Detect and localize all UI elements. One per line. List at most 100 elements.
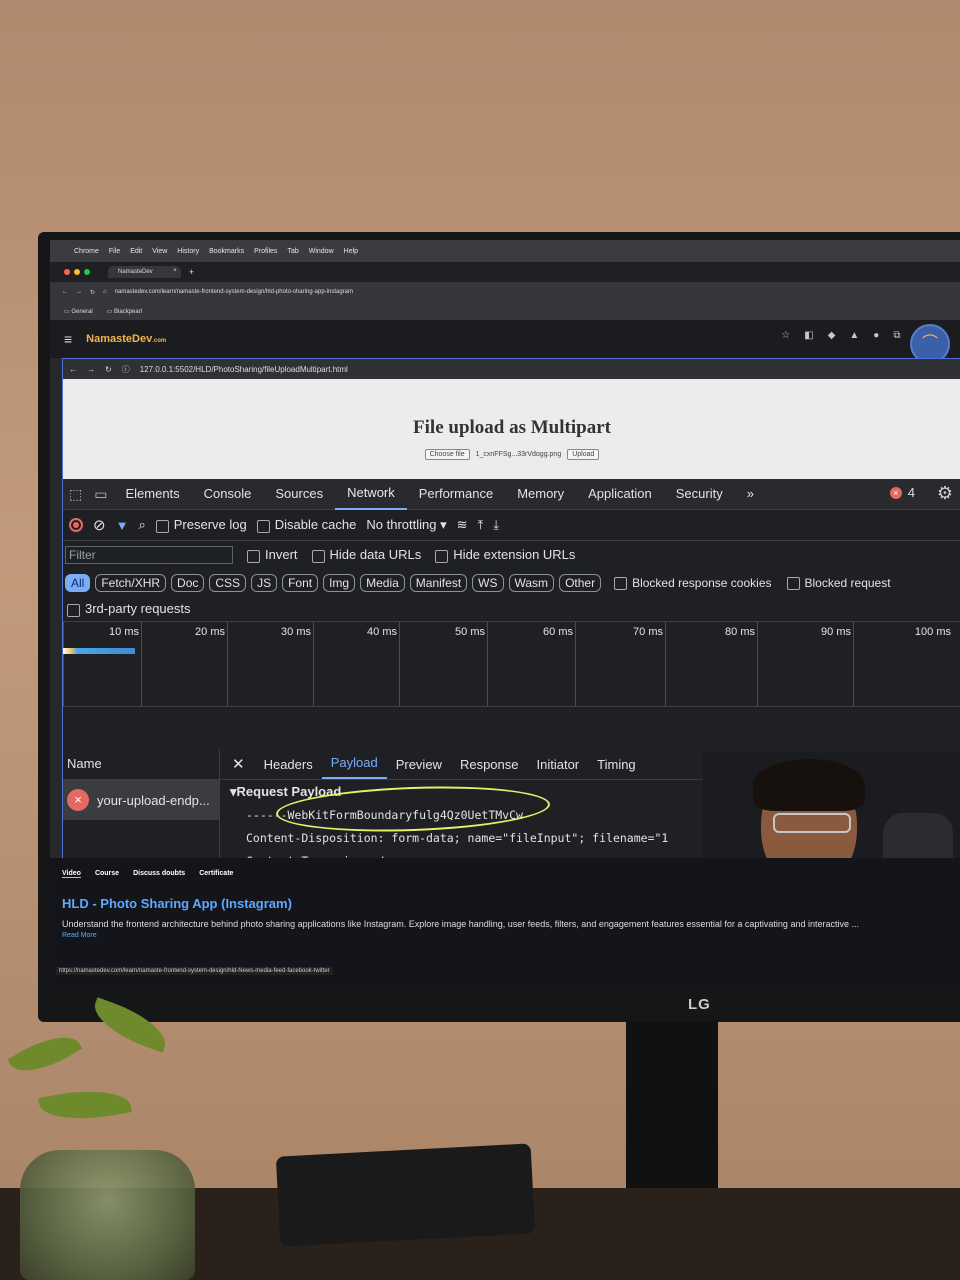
tab-course[interactable]: Course — [95, 870, 119, 878]
request-row[interactable]: × your-upload-endp... — [63, 780, 219, 820]
menu-item[interactable]: Chrome — [74, 248, 99, 255]
menu-item[interactable]: File — [109, 248, 120, 255]
type-filter-manifest[interactable]: Manifest — [409, 574, 468, 592]
upload-button[interactable]: Upload — [567, 449, 600, 460]
maximize-window-button[interactable] — [84, 269, 90, 275]
url-field[interactable]: 127.0.0.1:5502/HLD/PhotoSharing/fileUplo… — [140, 365, 348, 374]
network-overview-timeline[interactable]: 10 ms 20 ms 30 ms 40 ms 50 ms 60 ms 70 m… — [63, 621, 960, 707]
type-filter-fetch-xhr[interactable]: Fetch/XHR — [95, 574, 167, 592]
network-conditions-icon[interactable]: ≋ — [457, 517, 468, 533]
back-icon[interactable]: ← — [62, 289, 68, 295]
type-filter-ws[interactable]: WS — [472, 574, 504, 592]
choose-file-button[interactable]: Choose file — [424, 449, 470, 460]
disable-cache-checkbox[interactable]: Disable cache — [256, 517, 356, 533]
throttling-select[interactable]: No throttling ▾ — [366, 517, 446, 533]
tab-elements[interactable]: Elements — [113, 479, 191, 509]
bookmark-folder[interactable]: ▭ Blackpearl — [107, 308, 142, 315]
close-window-button[interactable] — [64, 269, 70, 275]
menu-item[interactable]: Bookmarks — [209, 248, 244, 255]
bookmark-folder[interactable]: ▭ General — [64, 308, 93, 315]
type-filter-all[interactable]: All — [65, 574, 91, 592]
home-icon[interactable]: ⌂ — [103, 289, 107, 295]
blocked-cookies-checkbox[interactable]: Blocked response cookies — [614, 576, 772, 591]
menu-item[interactable]: Profiles — [254, 248, 277, 255]
blocked-requests-checkbox[interactable]: Blocked request — [786, 576, 891, 591]
extension-icon[interactable]: ▲ — [849, 330, 859, 341]
reload-icon[interactable]: ↻ — [105, 365, 112, 374]
inspect-icon[interactable]: ⬚ — [63, 486, 88, 503]
tab-initiator[interactable]: Initiator — [528, 757, 589, 772]
reload-icon[interactable]: ↻ — [90, 289, 95, 296]
tab-memory[interactable]: Memory — [505, 479, 576, 509]
tab-performance[interactable]: Performance — [407, 479, 505, 509]
gear-icon[interactable]: ⚙ — [937, 483, 953, 504]
preserve-log-checkbox[interactable]: Preserve log — [155, 517, 247, 533]
extension-icon[interactable]: ◆ — [828, 330, 836, 341]
new-tab-icon[interactable]: + — [189, 267, 194, 277]
extension-icons: ☆ ◧ ◆ ▲ ● ⧉ ▯ — [781, 330, 920, 341]
site-logo[interactable]: NamasteDev.com — [86, 333, 166, 345]
type-filter-wasm[interactable]: Wasm — [508, 574, 555, 592]
type-filter-font[interactable]: Font — [282, 574, 319, 592]
forward-icon[interactable]: → — [76, 289, 82, 295]
clear-icon[interactable]: ⊘ — [93, 516, 106, 534]
filter-input[interactable]: Filter — [65, 546, 233, 564]
extension-icon[interactable]: ● — [873, 330, 879, 341]
presenter-hair — [753, 759, 865, 811]
invert-checkbox[interactable]: Invert — [247, 547, 298, 563]
bookmark-star-icon[interactable]: ☆ — [781, 330, 790, 341]
menu-item[interactable]: Tab — [287, 248, 298, 255]
error-counter[interactable]: × 4 — [889, 485, 915, 500]
tab-video[interactable]: Video — [62, 870, 81, 878]
back-icon[interactable]: ← — [69, 365, 77, 374]
hamburger-icon[interactable]: ≡ — [64, 331, 72, 347]
tab-security[interactable]: Security — [664, 479, 735, 509]
type-filter-js[interactable]: JS — [251, 574, 278, 592]
import-har-icon[interactable]: ⤒ — [478, 517, 484, 533]
info-icon[interactable]: ⓘ — [122, 364, 130, 375]
tab-payload[interactable]: Payload — [321, 749, 387, 779]
close-icon[interactable]: ✕ — [220, 755, 255, 773]
type-filter-doc[interactable]: Doc — [171, 574, 205, 592]
type-filter-other[interactable]: Other — [559, 574, 602, 592]
tab-response[interactable]: Response — [451, 757, 528, 772]
menu-item[interactable]: View — [152, 248, 167, 255]
hide-data-urls-checkbox[interactable]: Hide data URLs — [311, 547, 421, 563]
type-filter-css[interactable]: CSS — [209, 574, 247, 592]
forward-icon[interactable]: → — [87, 365, 95, 374]
record-icon[interactable] — [69, 518, 83, 532]
extension-icon[interactable]: ◧ — [804, 330, 813, 341]
menu-item[interactable]: History — [177, 248, 199, 255]
device-toolbar-icon[interactable]: ▭ — [88, 486, 113, 503]
tab-headers[interactable]: Headers — [255, 757, 322, 772]
search-icon[interactable]: ⌕ — [138, 517, 145, 533]
tab-application[interactable]: Application — [576, 479, 664, 509]
menu-item[interactable]: Help — [344, 248, 358, 255]
tab-network[interactable]: Network — [335, 478, 407, 510]
browser-tab[interactable]: NamasteDev × — [108, 266, 181, 278]
third-party-checkbox[interactable]: 3rd-party requests — [67, 601, 191, 617]
tab-timing[interactable]: Timing — [588, 757, 645, 772]
tab-sources[interactable]: Sources — [263, 479, 335, 509]
read-more-link[interactable]: Read More — [50, 929, 960, 939]
more-tabs-button[interactable]: » — [735, 479, 766, 509]
tab-preview[interactable]: Preview — [387, 757, 451, 772]
file-upload-row: Choose file 1_cxnFFSg...33rVdogg.png Upl… — [63, 449, 960, 460]
tab-certificate[interactable]: Certificate — [199, 870, 233, 878]
menu-item[interactable]: Window — [309, 248, 334, 255]
url-field[interactable]: namastedev.com/learn/namaste-frontend-sy… — [115, 289, 353, 295]
minimize-window-button[interactable] — [74, 269, 80, 275]
export-har-icon[interactable]: ⤓ — [493, 517, 499, 533]
checkbox-icon — [311, 549, 325, 563]
close-icon[interactable]: × — [173, 268, 177, 274]
type-filter-media[interactable]: Media — [360, 574, 405, 592]
checkbox-icon — [614, 577, 628, 591]
name-column-header[interactable]: Name — [63, 749, 219, 780]
puzzle-icon[interactable]: ⧉ — [893, 330, 900, 341]
menu-item[interactable]: Edit — [130, 248, 142, 255]
tab-console[interactable]: Console — [192, 479, 264, 509]
filter-icon[interactable]: ▼ — [116, 518, 129, 533]
type-filter-img[interactable]: Img — [323, 574, 356, 592]
tab-discuss-doubts[interactable]: Discuss doubts — [133, 870, 185, 878]
hide-extension-urls-checkbox[interactable]: Hide extension URLs — [435, 547, 575, 563]
